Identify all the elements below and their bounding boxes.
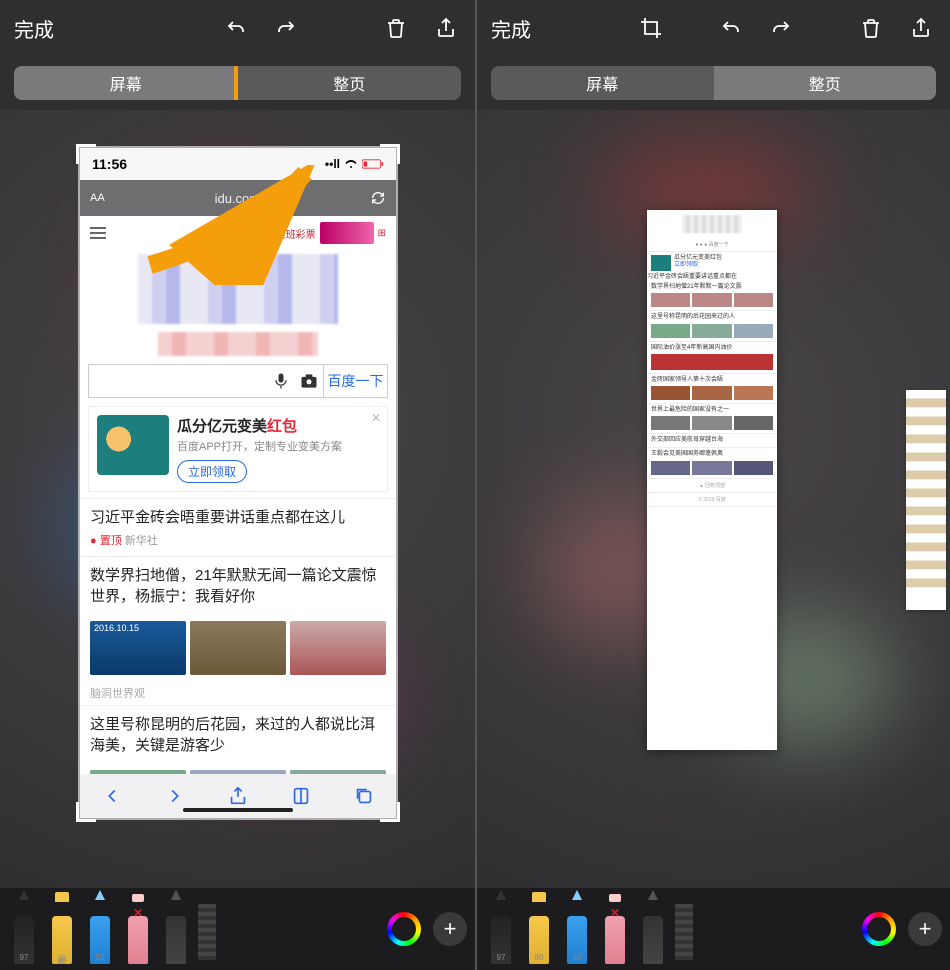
color-picker[interactable] xyxy=(387,912,421,946)
canvas-area: 11:56 ••ll AA idu.com 赢取家族班彩票 xyxy=(0,110,475,890)
phone-status-bar: 11:56 ••ll xyxy=(80,148,396,180)
pen-tool[interactable]: 97 xyxy=(485,900,517,964)
status-time: 11:56 xyxy=(92,156,127,172)
right-pane: 完成 屏幕 整页 ● ● ● 百度一下 xyxy=(475,0,950,970)
done-button[interactable]: 完成 xyxy=(14,14,54,43)
banner-ad: 赢取家族班彩票 ⊞ xyxy=(246,222,386,244)
reload-icon xyxy=(370,190,386,206)
thumb-date: 2016.10.15 xyxy=(94,623,139,633)
marker-tool[interactable]: 80 xyxy=(523,900,555,964)
back-icon xyxy=(101,785,123,807)
status-indicators: ••ll xyxy=(325,157,384,171)
forward-icon xyxy=(164,785,186,807)
color-picker[interactable] xyxy=(862,912,896,946)
trash-icon[interactable] xyxy=(381,13,411,43)
pencil-tool[interactable]: 50 xyxy=(561,900,593,964)
pencil-num: 50 xyxy=(96,953,105,962)
news-item-2: 数学界扫地僧，21年默默无闻一篇论文震惊世界，杨振宁：我看好你 xyxy=(80,556,396,615)
news-category: 脑洞世界观 xyxy=(80,681,396,705)
mic-icon xyxy=(271,371,291,391)
marker-num: 80 xyxy=(58,957,67,966)
ruler-tool[interactable] xyxy=(675,904,693,960)
promo-title-a: 瓜分亿元变美 xyxy=(177,418,267,435)
lasso-tool[interactable] xyxy=(637,900,669,964)
search-button: 百度一下 xyxy=(323,365,387,397)
pen-num: 97 xyxy=(20,953,29,962)
url-text: idu.com xyxy=(113,191,362,206)
tab-screen[interactable]: 屏幕 xyxy=(14,66,238,100)
crop-icon[interactable] xyxy=(636,13,666,43)
segment-control: 屏幕 整页 xyxy=(477,56,950,110)
news-item-3: 这里号称昆明的后花园，来过的人都说比洱海美，关键是游客少 xyxy=(80,705,396,764)
news1-src: 新华社 xyxy=(125,535,158,547)
tab-fullpage[interactable]: 整页 xyxy=(238,66,462,100)
text-size-icon: AA xyxy=(90,192,105,204)
undo-icon[interactable] xyxy=(716,13,746,43)
fullpage-preview[interactable]: ● ● ● 百度一下 瓜分亿元变美红包立即领取 习近平金砖会晤重要讲话重点都在 … xyxy=(647,210,777,750)
add-tool-button[interactable]: + xyxy=(908,912,942,946)
screenshot-preview[interactable]: 11:56 ••ll AA idu.com 赢取家族班彩票 xyxy=(80,148,396,818)
search-bar: 百度一下 xyxy=(88,364,388,398)
home-indicator xyxy=(183,808,293,812)
add-tool-button[interactable]: + xyxy=(433,912,467,946)
close-icon: ✕ xyxy=(371,411,381,425)
segment-control: 屏幕 整页 xyxy=(0,56,475,110)
bookmarks-icon xyxy=(290,785,312,807)
highlight-box xyxy=(234,66,462,100)
page-scrollbar-thumbnail[interactable] xyxy=(906,390,946,610)
markup-tools: 97 |||80 50 ✕ + xyxy=(0,888,475,970)
canvas-area: ● ● ● 百度一下 瓜分亿元变美红包立即领取 习近平金砖会晤重要讲话重点都在 … xyxy=(477,110,950,890)
promo-sub: 百度APP打开，定制专业变美方案 xyxy=(177,438,342,454)
share-safari-icon xyxy=(227,785,249,807)
undo-icon[interactable] xyxy=(221,13,251,43)
news3-title: 这里号称昆明的后花园，来过的人都说比洱海美，关键是游客少 xyxy=(90,714,386,756)
tabs-icon xyxy=(353,785,375,807)
news1-title: 习近平金砖会晤重要讲话重点都在这儿 xyxy=(90,507,386,528)
eraser-tool[interactable]: ✕ xyxy=(122,900,154,964)
blurred-logo xyxy=(138,254,338,324)
lp-logo xyxy=(682,215,742,233)
promo-title-b: 红包 xyxy=(267,418,297,435)
menu-icon xyxy=(90,227,106,239)
news1-tag: 置顶 xyxy=(100,535,122,547)
news2-title: 数学界扫地僧，21年默默无闻一篇论文震惊世界，杨振宁：我看好你 xyxy=(90,565,386,607)
top-toolbar: 完成 xyxy=(0,0,475,56)
promo-image xyxy=(97,415,169,475)
marker-tool[interactable]: |||80 xyxy=(46,900,78,964)
pen-tool[interactable]: 97 xyxy=(8,900,40,964)
done-button[interactable]: 完成 xyxy=(491,14,531,43)
left-pane: 完成 屏幕 整页 xyxy=(0,0,475,970)
crop-handle-tl[interactable] xyxy=(76,144,96,164)
redo-icon[interactable] xyxy=(271,13,301,43)
camera-icon xyxy=(299,371,319,391)
url-bar: AA idu.com xyxy=(80,180,396,216)
eraser-tool[interactable]: ✕ xyxy=(599,900,631,964)
promo-card: ✕ 瓜分亿元变美红包 百度APP打开，定制专业变美方案 立即领取 xyxy=(88,406,388,492)
share-icon[interactable] xyxy=(906,13,936,43)
ruler-tool[interactable] xyxy=(198,904,216,960)
webpage-content: 赢取家族班彩票 ⊞ 百度一下 ✕ 瓜分亿元变 xyxy=(80,216,396,776)
blurred-text xyxy=(158,332,318,356)
news-item-1: 习近平金砖会晤重要讲话重点都在这儿 ● 置顶 新华社 xyxy=(80,498,396,556)
share-icon[interactable] xyxy=(431,13,461,43)
tab-fullpage[interactable]: 整页 xyxy=(714,66,937,100)
markup-tools: 97 80 50 ✕ + xyxy=(477,888,950,970)
pencil-tool[interactable]: 50 xyxy=(84,900,116,964)
tab-screen[interactable]: 屏幕 xyxy=(491,66,714,100)
lasso-tool[interactable] xyxy=(160,900,192,964)
trash-icon[interactable] xyxy=(856,13,886,43)
crop-handle-tr[interactable] xyxy=(380,144,400,164)
promo-cta: 立即领取 xyxy=(177,460,247,483)
top-toolbar: 完成 xyxy=(477,0,950,56)
redo-icon[interactable] xyxy=(766,13,796,43)
news2-thumbs: 2016.10.15 xyxy=(90,621,386,675)
